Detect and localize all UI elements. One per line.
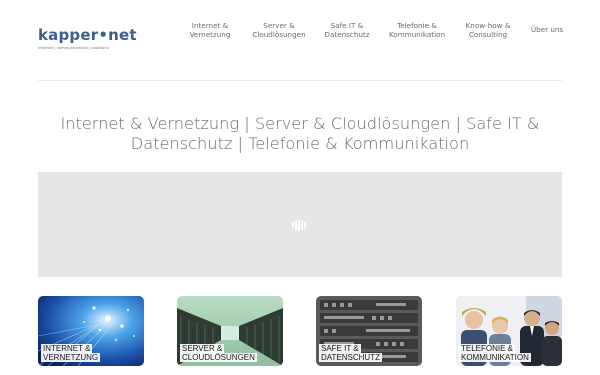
tile-label: Server & Cloudlösungen — [180, 344, 257, 362]
tile-server-cloudloesungen[interactable]: Server & Cloudlösungen — [177, 296, 283, 366]
nav-item-safe-it-datenschutz[interactable]: Safe IT & Datenschutz — [321, 21, 373, 39]
logo-tagline: internet | communications | solutions — [38, 46, 109, 50]
tile-label: Safe IT & Datenschutz — [319, 344, 382, 362]
nav-item-knowhow-consulting[interactable]: Know-how & Consulting — [462, 21, 514, 39]
main-nav: Internet & Vernetzung Server & Cloudlösu… — [0, 21, 600, 46]
tile-label: Internet & Vernetzung — [41, 344, 101, 362]
header-divider — [38, 80, 562, 81]
nav-item-internet-vernetzung[interactable]: Internet & Vernetzung — [186, 21, 234, 39]
tile-internet-vernetzung[interactable]: Internet & Vernetzung — [38, 296, 144, 366]
tile-label: Telefonie & Kommunikation — [459, 344, 531, 362]
loading-icon — [292, 219, 308, 231]
nav-item-server-cloudloesungen[interactable]: Server & Cloudlösungen — [250, 21, 308, 39]
tile-safe-it-datenschutz[interactable]: Safe IT & Datenschutz — [316, 296, 422, 366]
tile-telefonie-kommunikation[interactable]: Telefonie & Kommunikation — [456, 296, 562, 366]
page-headline: Internet & Vernetzung | Server & Cloudlö… — [60, 114, 540, 153]
service-tiles: Internet & Vernetzung Server — [38, 296, 562, 366]
nav-item-ueber-uns[interactable]: Über uns — [528, 25, 566, 35]
nav-item-telefonie-kommunikation[interactable]: Telefonie & Kommunikation — [386, 21, 448, 39]
